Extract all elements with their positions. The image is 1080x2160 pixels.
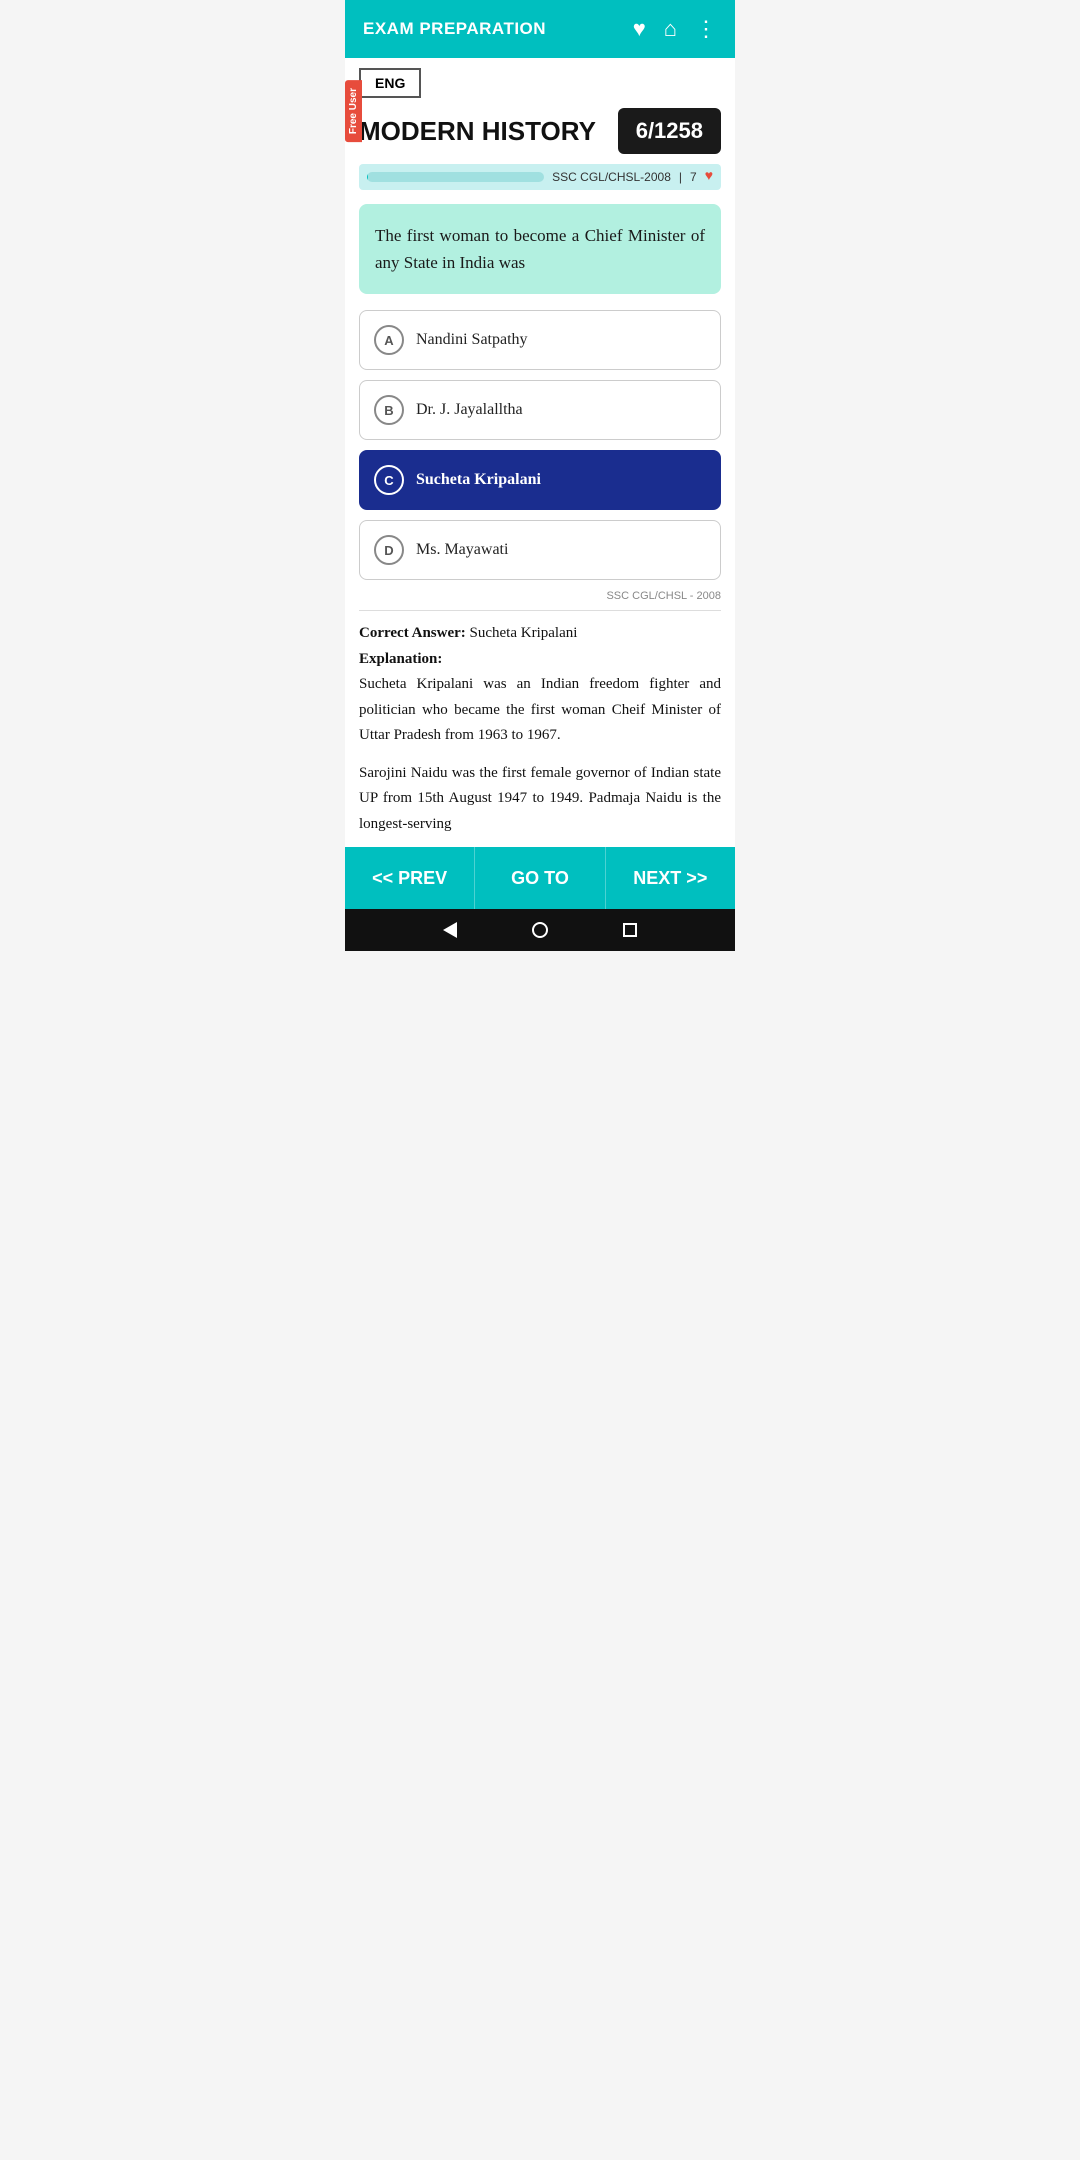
progress-source: SSC CGL/CHSL-2008 xyxy=(552,170,671,184)
correct-answer-value: Sucheta Kripalani xyxy=(470,625,578,641)
divider xyxy=(359,610,721,611)
app-title: EXAM PREPARATION xyxy=(363,19,546,39)
option-d-text: Ms. Mayawati xyxy=(416,541,508,559)
question-box: The first woman to become a Chief Minist… xyxy=(359,204,721,294)
explanation-heading: Explanation: xyxy=(359,651,442,667)
home-icon[interactable]: ⌂ xyxy=(664,16,677,42)
option-c-letter: C xyxy=(374,465,404,495)
option-a-letter: A xyxy=(374,325,404,355)
option-c[interactable]: C Sucheta Kripalani xyxy=(359,450,721,510)
option-a[interactable]: A Nandini Satpathy xyxy=(359,310,721,370)
bottom-nav: << PREV GO TO NEXT >> xyxy=(345,847,735,909)
option-d-letter: D xyxy=(374,535,404,565)
android-home-icon[interactable] xyxy=(532,922,548,938)
progress-heart-icon: ♥ xyxy=(705,169,713,185)
top-bar: EXAM PREPARATION ♥ ⌂ ⋮ xyxy=(345,0,735,58)
option-b-text: Dr. J. Jayalalltha xyxy=(416,401,523,419)
free-user-label: Free User xyxy=(345,80,362,142)
option-a-text: Nandini Satpathy xyxy=(416,331,528,349)
option-b-letter: B xyxy=(374,395,404,425)
question-counter: 6/1258 xyxy=(618,108,721,154)
correct-answer-label: Correct Answer: xyxy=(359,625,470,641)
goto-button[interactable]: GO TO xyxy=(475,847,605,909)
subject-title: MODERN HISTORY xyxy=(359,116,596,147)
next-button[interactable]: NEXT >> xyxy=(606,847,735,909)
android-back-icon[interactable] xyxy=(443,922,457,938)
source-bottom-label: SSC CGL/CHSL - 2008 xyxy=(359,590,721,602)
progress-container: SSC CGL/CHSL-2008 | 7 ♥ xyxy=(359,164,721,190)
option-b[interactable]: B Dr. J. Jayalalltha xyxy=(359,380,721,440)
top-bar-icons: ♥ ⌂ ⋮ xyxy=(633,16,717,42)
header-row: MODERN HISTORY 6/1258 xyxy=(359,108,721,154)
android-nav-bar xyxy=(345,909,735,951)
content-area: ENG MODERN HISTORY 6/1258 SSC CGL/CHSL-2… xyxy=(345,58,735,847)
heart-icon[interactable]: ♥ xyxy=(633,16,646,42)
question-text: The first woman to become a Chief Minist… xyxy=(375,222,705,276)
explanation-text: Sucheta Kripalani was an Indian freedom … xyxy=(359,672,721,749)
explanation-label: Explanation: xyxy=(359,647,721,673)
explanation-text2: Sarojini Naidu was the first female gove… xyxy=(359,761,721,838)
prev-button[interactable]: << PREV xyxy=(345,847,475,909)
answer-section: Correct Answer: Sucheta Kripalani Explan… xyxy=(359,621,721,847)
option-d[interactable]: D Ms. Mayawati xyxy=(359,520,721,580)
language-selector[interactable]: ENG xyxy=(359,68,421,98)
progress-separator: | xyxy=(679,170,682,184)
android-recents-icon[interactable] xyxy=(623,923,637,937)
progress-bar-inner xyxy=(367,172,368,182)
option-c-text: Sucheta Kripalani xyxy=(416,471,541,489)
progress-likes: 7 xyxy=(690,170,697,184)
more-icon[interactable]: ⋮ xyxy=(695,16,717,42)
correct-answer-line: Correct Answer: Sucheta Kripalani xyxy=(359,621,721,647)
progress-bar-outer xyxy=(367,172,544,182)
